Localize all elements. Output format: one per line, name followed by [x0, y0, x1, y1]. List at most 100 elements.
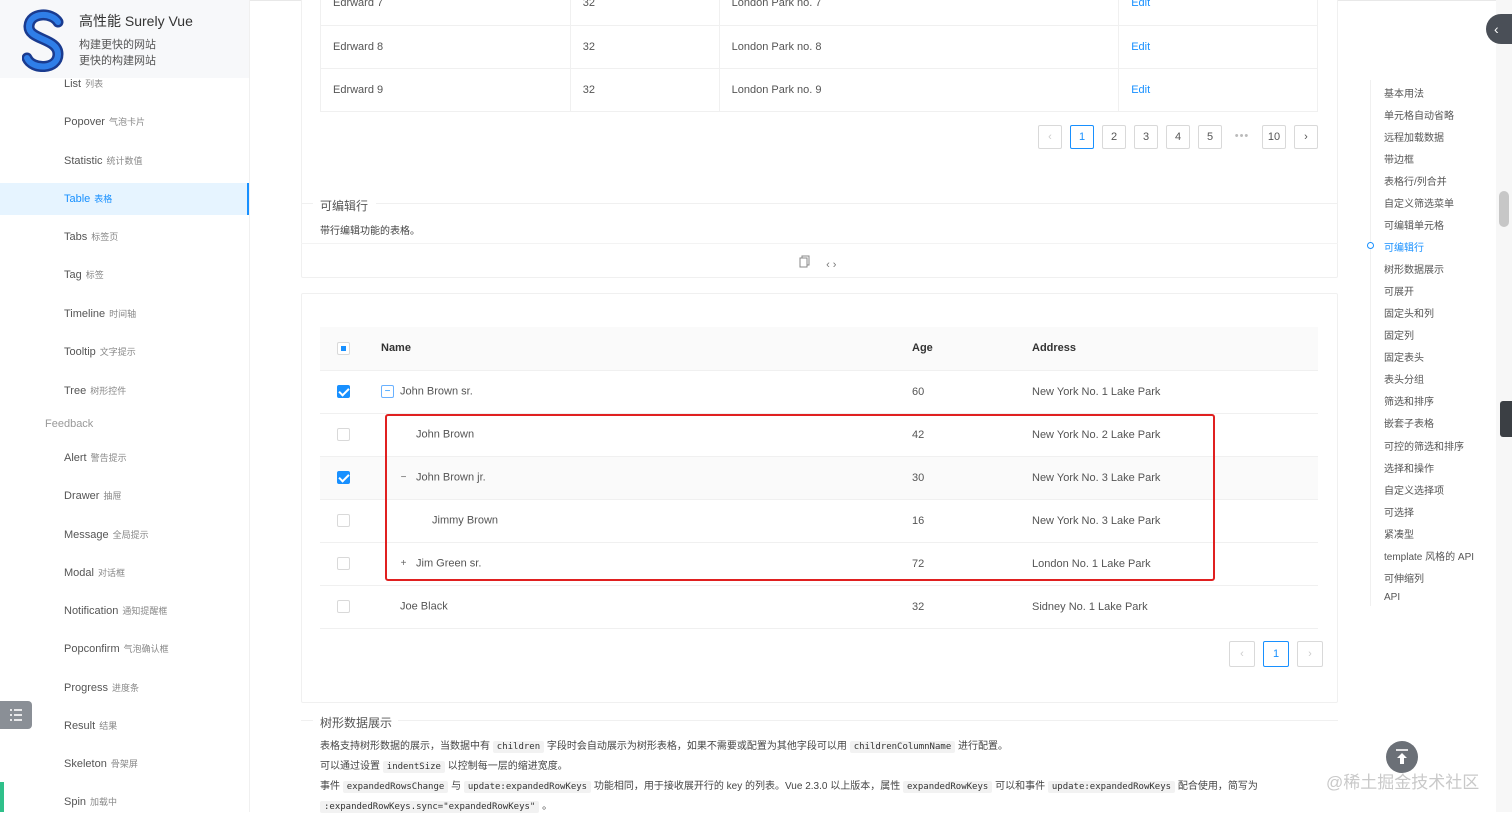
row-checkbox[interactable]	[337, 600, 350, 613]
anchor-link[interactable]: 可伸缩列	[1384, 570, 1424, 585]
jump-next-button[interactable]: •••	[1230, 125, 1254, 149]
brand-title: 高性能 Surely Vue	[79, 13, 193, 29]
pagination: ‹ 1 ›	[1229, 641, 1323, 667]
sidebar-item-list[interactable]: List 列表	[0, 68, 249, 100]
anchor-link[interactable]: 基本用法	[1384, 85, 1424, 100]
anchor-link[interactable]: 可控的筛选和排序	[1384, 438, 1464, 453]
anchor-nav: 基本用法 单元格自动省略 远程加载数据 带边框 表格行/列合并 自定义筛选菜单 …	[1366, 80, 1496, 610]
sidebar: 高性能 Surely Vue 构建更快的网站 更快的构建网站 List 列表 Po…	[0, 0, 250, 812]
anchor-link[interactable]: 带边框	[1384, 151, 1414, 166]
page-button[interactable]: 10	[1262, 125, 1286, 149]
edit-link[interactable]: Edit	[1131, 84, 1150, 96]
anchor-link[interactable]: 自定义选择项	[1384, 482, 1444, 497]
row-checkbox[interactable]	[337, 385, 350, 398]
sidebar-item-label: Timeline	[64, 308, 106, 320]
sidebar-item-popover[interactable]: Popover 气泡卡片	[0, 106, 249, 138]
anchor-link[interactable]: 固定表头	[1384, 349, 1424, 364]
anchor-link[interactable]: API	[1384, 592, 1400, 603]
brand-tagline: 构建更快的网站	[79, 39, 156, 51]
column-header-name[interactable]: Name	[368, 327, 900, 371]
next-page-button[interactable]: ›	[1294, 125, 1318, 149]
sidebar-item-modal[interactable]: Modal 对话框	[0, 557, 249, 589]
address-cell: Sidney No. 1 Lake Park	[1020, 585, 1318, 629]
side-panel-tab[interactable]	[1500, 401, 1512, 437]
edit-link[interactable]: Edit	[1131, 41, 1150, 53]
sidebar-item-label: Spin	[64, 796, 87, 808]
anchor-link[interactable]: 可展开	[1384, 283, 1414, 298]
row-checkbox[interactable]	[337, 557, 350, 570]
sidebar-item-table[interactable]: Table 表格	[0, 183, 249, 215]
page-button[interactable]: 2	[1102, 125, 1126, 149]
anchor-link[interactable]: 可编辑单元格	[1384, 217, 1444, 232]
brand-header[interactable]: 高性能 Surely Vue 构建更快的网站 更快的构建网站	[0, 0, 249, 78]
anchor-link[interactable]: 远程加载数据	[1384, 129, 1444, 144]
edit-link[interactable]: Edit	[1131, 0, 1150, 9]
page-button[interactable]: 1	[1070, 125, 1094, 149]
anchor-link[interactable]: 表头分组	[1384, 371, 1424, 386]
page-scrollbar-thumb[interactable]	[1499, 191, 1509, 227]
anchor-link[interactable]: 筛选和排序	[1384, 393, 1434, 408]
text: 功能相同，用于接收展开行的 key 的列表。Vue 2.3.0 以上版本，属性	[593, 781, 901, 792]
sidebar-item-popconfirm[interactable]: Popconfirm 气泡确认框	[0, 633, 249, 665]
sidebar-item-tabs[interactable]: Tabs 标签页	[0, 221, 249, 253]
anchor-link[interactable]: 自定义筛选菜单	[1384, 195, 1454, 210]
select-all-checkbox[interactable]	[337, 341, 350, 355]
anchor-link[interactable]: 固定列	[1384, 327, 1414, 342]
sidebar-item-statistic[interactable]: Statistic 统计数值	[0, 145, 249, 177]
sidebar-item-tooltip[interactable]: Tooltip 文字提示	[0, 336, 249, 368]
anchor-link-active[interactable]: 可编辑行	[1384, 239, 1424, 254]
sidebar-item-skeleton[interactable]: Skeleton 骨架屏	[0, 748, 249, 780]
column-header-address[interactable]: Address	[1020, 327, 1318, 371]
prev-page-button[interactable]: ‹	[1229, 641, 1255, 667]
anchor-link[interactable]: 单元格自动省略	[1384, 107, 1454, 122]
sidebar-item-tree[interactable]: Tree 树形控件	[0, 375, 249, 407]
divider	[301, 720, 313, 721]
column-header-age[interactable]: Age	[900, 327, 1020, 371]
sidebar-item-timeline[interactable]: Timeline 时间轴	[0, 298, 249, 330]
prev-page-button[interactable]: ‹	[1038, 125, 1062, 149]
next-page-button[interactable]: ›	[1297, 641, 1323, 667]
page-button[interactable]: 4	[1166, 125, 1190, 149]
demo-title: 树形数据展示	[320, 716, 393, 730]
sidebar-item-alert[interactable]: Alert 警告提示	[0, 442, 249, 474]
sidebar-item-message[interactable]: Message 全局提示	[0, 519, 249, 551]
code-expand-icon[interactable]: ‹ ›	[826, 259, 836, 271]
select-cell	[320, 499, 368, 543]
anchor-link[interactable]: 紧凑型	[1384, 526, 1414, 541]
anchor-link[interactable]: 可选择	[1384, 504, 1414, 519]
sidebar-item-sublabel: 标签页	[91, 232, 119, 242]
anchor-link[interactable]: 固定头和列	[1384, 305, 1434, 320]
sidebar-item-tag[interactable]: Tag 标签	[0, 259, 249, 291]
sidebar-item-sublabel: 文字提示	[99, 347, 136, 357]
sidebar-item-result[interactable]: Result 结果	[0, 710, 249, 742]
sidebar-item-sublabel: 标签	[85, 270, 104, 280]
anchor-link[interactable]: template 风格的 API	[1384, 548, 1474, 563]
page-button[interactable]: 5	[1198, 125, 1222, 149]
row-checkbox[interactable]	[337, 514, 350, 527]
expand-spacer	[381, 600, 394, 613]
sidebar-item-sublabel: 结果	[99, 721, 118, 731]
sidebar-item-notification[interactable]: Notification 通知提醒框	[0, 595, 249, 627]
anchor-link[interactable]: 树形数据展示	[1384, 261, 1444, 276]
collapse-row-button[interactable]: −	[381, 385, 394, 398]
row-checkbox[interactable]	[337, 428, 350, 441]
collapse-toc-button[interactable]: ‹	[1486, 14, 1512, 44]
age-cell: 60	[900, 370, 1020, 414]
row-checkbox[interactable]	[337, 471, 350, 484]
anchor-link[interactable]: 表格行/列合并	[1384, 173, 1447, 188]
sidebar-item-progress[interactable]: Progress 进度条	[0, 672, 249, 704]
anchor-link[interactable]: 嵌套子表格	[1384, 415, 1434, 430]
anchor-link[interactable]: 选择和操作	[1384, 460, 1434, 475]
text: 可以和事件	[995, 781, 1046, 792]
inline-code: expandedRowsChange	[342, 781, 449, 793]
page-button[interactable]: 3	[1134, 125, 1158, 149]
menu-toggle-button[interactable]	[0, 701, 32, 729]
text: 可以通过设置	[320, 761, 380, 772]
copy-icon[interactable]	[799, 255, 814, 271]
sidebar-item-sublabel: 表格	[94, 194, 113, 204]
highlight-box	[385, 414, 1215, 581]
sidebar-item-drawer[interactable]: Drawer 抽屉	[0, 480, 249, 512]
sidebar-item-spin[interactable]: Spin 加载中	[0, 786, 249, 812]
sidebar-item-sublabel: 加载中	[90, 797, 118, 807]
page-button[interactable]: 1	[1263, 641, 1289, 667]
